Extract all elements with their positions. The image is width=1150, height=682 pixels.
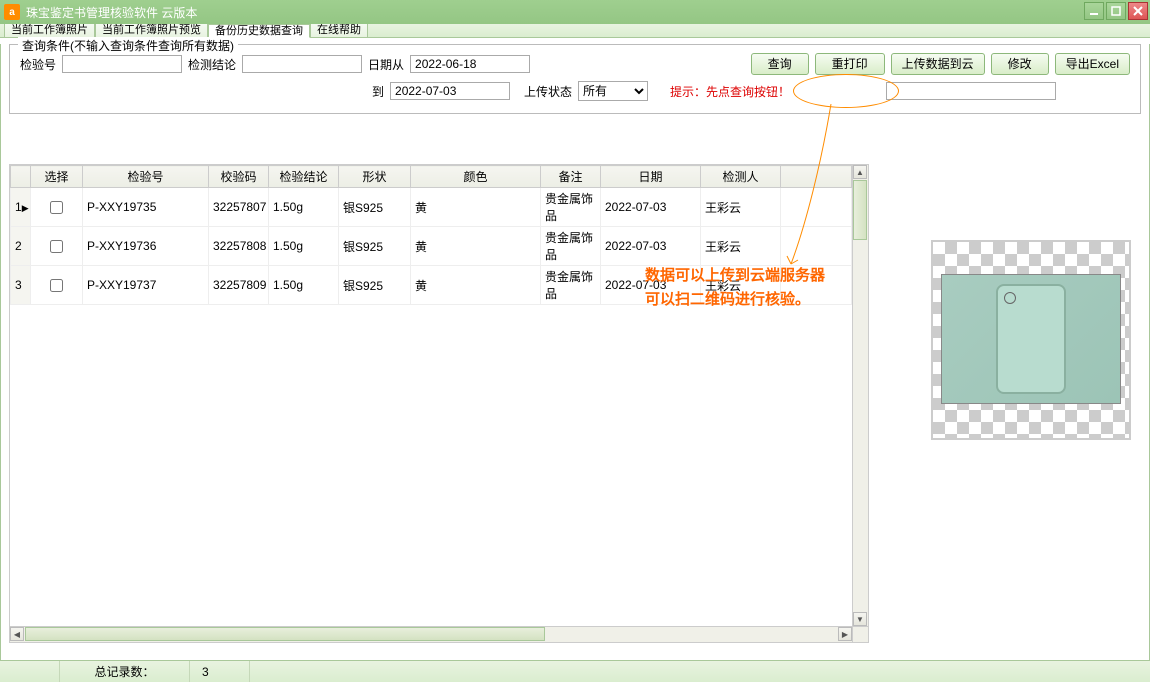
query-conditions-group: 查询条件(不输入查询条件查询所有数据) 检验号 检测结论 日期从 查询 重打印 … [9, 44, 1141, 114]
check-no-input[interactable] [62, 55, 182, 73]
row-number: 2 [11, 227, 31, 266]
cell-check-no: P-XXY19737 [83, 266, 209, 305]
row-number: 3 [11, 266, 31, 305]
check-no-label: 检验号 [20, 56, 56, 73]
status-label: 总记录数： [94, 663, 154, 680]
hscroll-thumb[interactable] [25, 627, 545, 641]
col-date[interactable]: 日期 [601, 166, 701, 188]
product-photo [941, 274, 1121, 404]
cell-color: 黄 [411, 188, 541, 227]
query-button[interactable]: 查询 [751, 53, 809, 75]
scroll-left-icon[interactable]: ◀ [10, 627, 24, 641]
scroll-down-icon[interactable]: ▼ [853, 612, 867, 626]
cell-shape: 银S925 [339, 188, 411, 227]
data-grid-container: 选择 检验号 校验码 检验结论 形状 颜色 备注 日期 检测人 1▶ P-XXY1… [9, 164, 869, 643]
extra-input[interactable] [886, 82, 1056, 100]
content-area: 查询条件(不输入查询条件查询所有数据) 检验号 检测结论 日期从 查询 重打印 … [0, 44, 1150, 666]
cell-date: 2022-07-03 [601, 266, 701, 305]
cell-inspector: 王彩云 [701, 188, 781, 227]
transparency-background [933, 242, 1129, 438]
scroll-up-icon[interactable]: ▲ [853, 165, 867, 179]
tab-backup-history[interactable]: 备份历史数据查询 [208, 24, 310, 38]
upload-status-label: 上传状态 [524, 83, 572, 100]
cell-remark: 贵金属饰品 [541, 188, 601, 227]
cell-shape: 银S925 [339, 266, 411, 305]
image-preview [931, 240, 1131, 440]
cell-check-code: 32257807 [209, 188, 269, 227]
vertical-scrollbar[interactable]: ▲ ▼ [852, 165, 868, 626]
scrollbar-corner [852, 626, 868, 642]
tab-strip: 当前工作簿照片 当前工作簿照片预览 备份历史数据查询 在线帮助 [0, 24, 1150, 38]
col-shape[interactable]: 形状 [339, 166, 411, 188]
title-bar: a 珠宝鉴定书管理核验软件 云版本 [0, 0, 1150, 24]
groupbox-legend: 查询条件(不输入查询条件查询所有数据) [18, 37, 238, 54]
cell-conclusion: 1.50g [269, 188, 339, 227]
product-item [996, 284, 1066, 394]
row-checkbox[interactable] [50, 201, 63, 214]
horizontal-scrollbar[interactable]: ◀ ▶ [10, 626, 852, 642]
date-from-label: 日期从 [368, 56, 404, 73]
close-button[interactable] [1128, 2, 1148, 20]
cell-inspector: 王彩云 [701, 266, 781, 305]
cell-inspector: 王彩云 [701, 227, 781, 266]
cell-check-code: 32257809 [209, 266, 269, 305]
cell-date: 2022-07-03 [601, 227, 701, 266]
scroll-right-icon[interactable]: ▶ [838, 627, 852, 641]
date-to-label: 到 [372, 83, 384, 100]
status-count: 3 [202, 665, 209, 679]
row-checkbox[interactable] [50, 279, 63, 292]
cell-remark: 贵金属饰品 [541, 227, 601, 266]
conclusion-label: 检测结论 [188, 56, 236, 73]
col-conclusion[interactable]: 检验结论 [269, 166, 339, 188]
cell-color: 黄 [411, 227, 541, 266]
cell-remark: 贵金属饰品 [541, 266, 601, 305]
hint-text: 提示：先点查询按钮！ [670, 83, 790, 100]
upload-button[interactable]: 上传数据到云 [891, 53, 985, 75]
row-checkbox[interactable] [50, 240, 63, 253]
cell-shape: 银S925 [339, 227, 411, 266]
reprint-button[interactable]: 重打印 [815, 53, 885, 75]
cell-check-code: 32257808 [209, 227, 269, 266]
date-to-input[interactable] [390, 82, 510, 100]
cell-check-no: P-XXY19735 [83, 188, 209, 227]
window-title: 珠宝鉴定书管理核验软件 云版本 [26, 4, 197, 21]
upload-status-select[interactable]: 所有 [578, 81, 648, 101]
conclusion-input[interactable] [242, 55, 362, 73]
minimize-button[interactable] [1084, 2, 1104, 20]
tab-current-photos[interactable]: 当前工作簿照片 [4, 23, 95, 37]
col-select[interactable]: 选择 [31, 166, 83, 188]
col-color[interactable]: 颜色 [411, 166, 541, 188]
export-button[interactable]: 导出Excel [1055, 53, 1130, 75]
cell-conclusion: 1.50g [269, 266, 339, 305]
col-inspector[interactable]: 检测人 [701, 166, 781, 188]
data-grid[interactable]: 选择 检验号 校验码 检验结论 形状 颜色 备注 日期 检测人 1▶ P-XXY1… [10, 165, 852, 305]
col-remark[interactable]: 备注 [541, 166, 601, 188]
app-icon: a [4, 4, 20, 20]
cell-check-no: P-XXY19736 [83, 227, 209, 266]
table-row[interactable]: 2 P-XXY19736322578081.50g银S925黄贵金属饰品2022-… [11, 227, 852, 266]
row-number: 1▶ [11, 188, 31, 227]
maximize-button[interactable] [1106, 2, 1126, 20]
vscroll-thumb[interactable] [853, 180, 867, 240]
cell-color: 黄 [411, 266, 541, 305]
col-check-code[interactable]: 校验码 [209, 166, 269, 188]
cell-date: 2022-07-03 [601, 188, 701, 227]
status-bar: 总记录数： 3 [0, 660, 1150, 682]
modify-button[interactable]: 修改 [991, 53, 1049, 75]
cell-conclusion: 1.50g [269, 227, 339, 266]
col-check-no[interactable]: 检验号 [83, 166, 209, 188]
table-row[interactable]: 3 P-XXY19737322578091.50g银S925黄贵金属饰品2022-… [11, 266, 852, 305]
table-row[interactable]: 1▶ P-XXY19735322578071.50g银S925黄贵金属饰品2022… [11, 188, 852, 227]
date-from-input[interactable] [410, 55, 530, 73]
tab-online-help[interactable]: 在线帮助 [310, 23, 368, 37]
tab-current-preview[interactable]: 当前工作簿照片预览 [95, 23, 208, 37]
